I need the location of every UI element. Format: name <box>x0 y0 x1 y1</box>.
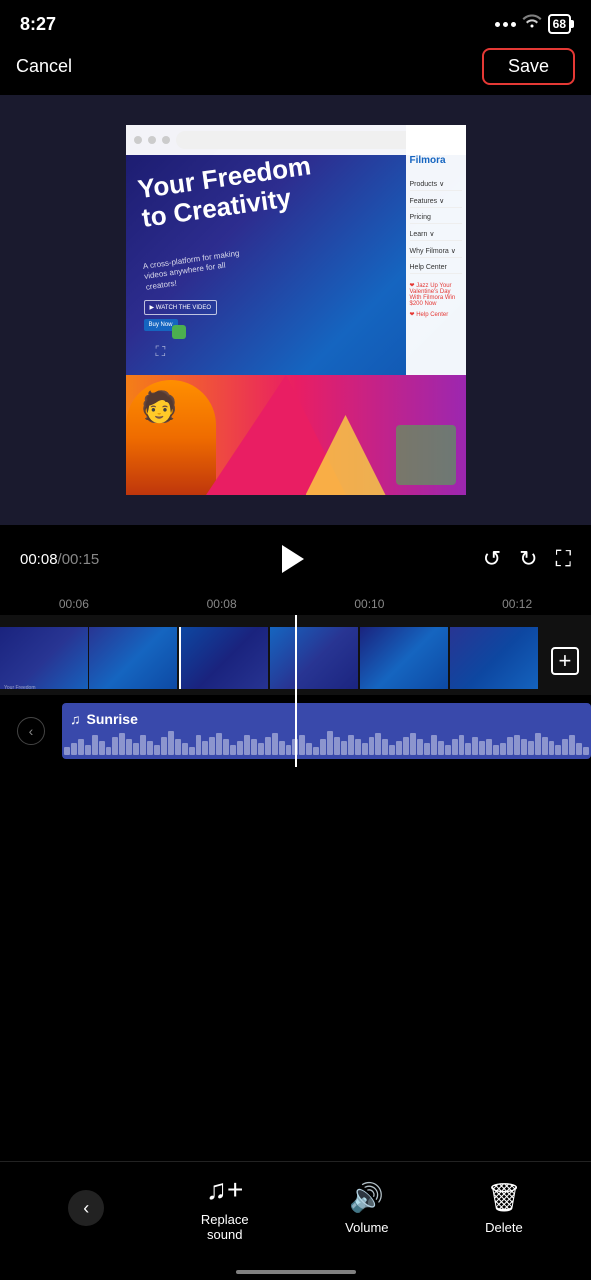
video-sub-text: A cross-platform for making videos anywh… <box>142 248 245 293</box>
signal-dots-icon <box>495 22 516 27</box>
empty-track-area <box>0 767 591 897</box>
ruler-mark-3: 00:10 <box>354 597 384 611</box>
ruler-mark-4: 00:12 <box>502 597 532 611</box>
replace-sound-label: Replacesound <box>201 1212 249 1242</box>
back-button[interactable]: ‹ <box>68 1190 104 1226</box>
video-thumb-1: Your Freedom <box>0 627 88 689</box>
delete-action[interactable]: 🗑 Delete <box>485 1181 523 1235</box>
cancel-button[interactable]: Cancel <box>16 56 72 77</box>
video-thumb-6 <box>450 627 538 689</box>
video-playhead <box>295 615 297 695</box>
timeline-container: Your Freedom + ‹ ♫ Sunrise <box>0 615 591 897</box>
video-preview: Filmora Products ∨ Features ∨ Pricing Le… <box>0 95 591 525</box>
video-main-text: Your Freedomto Creativity <box>136 151 317 232</box>
play-icon <box>282 545 304 573</box>
audio-track-name: Sunrise <box>87 711 138 727</box>
sidebar-item: Why Filmora ∨ <box>410 245 462 258</box>
music-note-icon: ♫ <box>70 711 81 727</box>
battery-icon: 68 <box>548 14 571 34</box>
video-track-area[interactable]: Your Freedom + <box>0 615 591 695</box>
wifi-icon <box>522 14 542 35</box>
status-bar: 8:27 68 <box>0 0 591 44</box>
rewind-icon[interactable]: ↺ <box>483 546 501 572</box>
bottom-overlay: 🧑 <box>126 375 466 495</box>
volume-label: Volume <box>345 1220 388 1235</box>
volume-icon: 🔊 <box>349 1181 384 1214</box>
controls-bar: 00:08/00:15 ↺ ↻ ⛶ <box>0 525 591 593</box>
sidebar-item: Features ∨ <box>410 195 462 208</box>
watch-btn: ▶ WATCH THE VIDEO <box>144 300 218 315</box>
top-nav: Cancel Save <box>0 44 591 95</box>
battery-level: 68 <box>553 17 566 31</box>
website-mockup: Filmora Products ∨ Features ∨ Pricing Le… <box>126 125 466 495</box>
delete-label: Delete <box>485 1220 523 1235</box>
video-thumb-3 <box>179 627 269 689</box>
save-button[interactable]: Save <box>482 48 575 85</box>
audio-collapse-btn[interactable]: ‹ <box>0 695 62 767</box>
total-time: 00:15 <box>62 551 100 568</box>
time-display: 00:08/00:15 <box>20 551 99 568</box>
play-button[interactable] <box>267 535 315 583</box>
replace-sound-icon: ♫+ <box>206 1174 243 1206</box>
audio-track-area[interactable]: ‹ ♫ Sunrise <box>0 695 591 767</box>
status-time: 8:27 <box>20 14 56 35</box>
sidebar-item: Products ∨ <box>410 178 462 191</box>
forward-icon[interactable]: ↻ <box>519 546 537 572</box>
fullscreen-icon[interactable]: ⛶ <box>556 546 571 572</box>
volume-action[interactable]: 🔊 Volume <box>345 1181 388 1235</box>
audio-label: ♫ Sunrise <box>70 711 138 727</box>
status-icons: 68 <box>495 14 571 35</box>
video-content: Filmora Products ∨ Features ∨ Pricing Le… <box>126 125 466 495</box>
ruler-mark-2: 00:08 <box>207 597 237 611</box>
audio-track[interactable]: ♫ Sunrise <box>62 703 591 759</box>
sidebar-item: Pricing <box>410 212 462 224</box>
green-square-icon <box>172 325 186 339</box>
current-time: 00:08 <box>20 551 58 568</box>
sidebar-item: Help Center <box>410 262 462 274</box>
replace-sound-action[interactable]: ♫+ Replacesound <box>201 1174 249 1242</box>
video-thumb-2 <box>89 627 177 689</box>
back-chevron-icon: ‹ <box>83 1198 89 1219</box>
audio-playhead <box>295 695 297 767</box>
video-thumb-4 <box>270 627 358 689</box>
add-clip-button[interactable]: + <box>539 627 591 689</box>
delete-icon: 🗑 <box>486 1181 522 1214</box>
sidebar-item: Learn ∨ <box>410 228 462 241</box>
home-indicator <box>236 1270 356 1274</box>
bottom-toolbar: ‹ ♫+ Replacesound 🔊 Volume 🗑 Delete <box>0 1161 591 1250</box>
filmora-logo: Filmora <box>410 155 462 166</box>
collapse-icon: ‹ <box>17 717 45 745</box>
plus-icon: + <box>551 647 579 675</box>
video-thumb-5 <box>360 627 448 689</box>
ruler-mark-1: 00:06 <box>59 597 89 611</box>
audio-waveform <box>62 725 591 755</box>
control-icons: ↺ ↻ ⛶ <box>483 546 571 572</box>
expand-icon: ⛶ <box>156 343 166 360</box>
timeline-ruler: 00:06 00:08 00:10 00:12 <box>0 593 591 615</box>
